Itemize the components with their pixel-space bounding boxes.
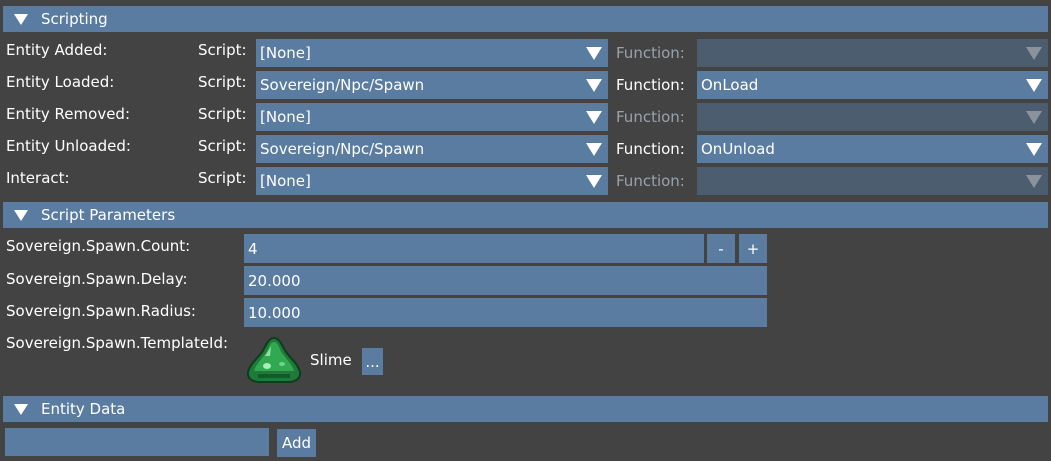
spawn-radius-value: 10.000 [248, 303, 301, 322]
entity-removed-function-select[interactable] [697, 103, 1048, 131]
script-label: Script: [198, 41, 247, 59]
dropdown-arrow-icon[interactable] [580, 135, 608, 163]
entity-removed-label: Entity Removed: [6, 105, 131, 123]
dropdown-arrow-icon[interactable] [1020, 135, 1048, 163]
entity-removed-script-value: [None] [260, 108, 311, 126]
interact-script-select[interactable]: [None] [256, 167, 608, 195]
interact-script-value: [None] [260, 172, 311, 190]
script-label: Script: [198, 105, 247, 123]
increment-button[interactable]: + [739, 234, 767, 263]
spawn-radius-label: Sovereign.Spawn.Radius: [6, 302, 196, 320]
function-label: Function: [616, 140, 685, 158]
spawn-delay-label: Sovereign.Spawn.Delay: [6, 270, 188, 288]
function-label: Function: [616, 108, 685, 126]
decrement-button[interactable]: - [707, 234, 735, 263]
entity-loaded-function-select[interactable]: OnLoad [697, 71, 1048, 99]
script-label: Script: [198, 73, 247, 91]
slime-icon [244, 334, 304, 386]
entity-loaded-function-value: OnLoad [701, 76, 759, 94]
entity-unloaded-script-select[interactable]: Sovereign/Npc/Spawn [256, 135, 608, 163]
entity-unloaded-label: Entity Unloaded: [6, 137, 131, 155]
function-label: Function: [616, 44, 685, 62]
dropdown-arrow-icon[interactable] [580, 103, 608, 131]
entity-unloaded-function-select[interactable]: OnUnload [697, 135, 1048, 163]
entity-added-script-select[interactable]: [None] [256, 39, 608, 67]
dropdown-arrow-icon[interactable] [1020, 167, 1048, 195]
scripting-title: Scripting [41, 10, 108, 28]
collapse-triangle-icon [14, 209, 28, 221]
interact-label: Interact: [6, 169, 70, 187]
dropdown-arrow-icon[interactable] [1020, 39, 1048, 67]
spawn-count-label: Sovereign.Spawn.Count: [6, 237, 191, 255]
dropdown-arrow-icon[interactable] [580, 71, 608, 99]
collapse-triangle-icon [14, 403, 28, 415]
entity-data-key-input[interactable] [5, 428, 269, 456]
scripting-header[interactable]: Scripting [3, 6, 1048, 32]
script-label: Script: [198, 137, 247, 155]
entity-unloaded-function-value: OnUnload [701, 140, 775, 158]
script-label: Script: [198, 169, 247, 187]
dropdown-arrow-icon[interactable] [1020, 71, 1048, 99]
entity-added-script-value: [None] [260, 44, 311, 62]
spawn-count-value: 4 [248, 239, 258, 258]
entity-added-label: Entity Added: [6, 41, 108, 59]
spawn-delay-value: 20.000 [248, 271, 301, 290]
entity-loaded-label: Entity Loaded: [6, 73, 115, 91]
spawn-radius-input[interactable]: 10.000 [244, 298, 767, 327]
interact-function-select[interactable] [697, 167, 1048, 195]
template-name: Slime [310, 351, 352, 369]
add-button[interactable]: Add [277, 429, 316, 457]
spawn-delay-input[interactable]: 20.000 [244, 266, 767, 295]
entity-removed-script-select[interactable]: [None] [256, 103, 608, 131]
entity-data-header[interactable]: Entity Data [3, 396, 1048, 422]
entity-loaded-script-select[interactable]: Sovereign/Npc/Spawn [256, 71, 608, 99]
browse-template-button[interactable]: ... [362, 348, 383, 375]
spawn-count-input[interactable]: 4 [244, 234, 704, 263]
dropdown-arrow-icon[interactable] [580, 167, 608, 195]
dropdown-arrow-icon[interactable] [1020, 103, 1048, 131]
script-parameters-header[interactable]: Script Parameters [3, 202, 1048, 228]
entity-data-title: Entity Data [41, 400, 126, 418]
script-parameters-title: Script Parameters [41, 206, 176, 224]
entity-unloaded-script-value: Sovereign/Npc/Spawn [260, 140, 425, 158]
function-label: Function: [616, 172, 685, 190]
collapse-triangle-icon [14, 13, 28, 25]
entity-loaded-script-value: Sovereign/Npc/Spawn [260, 76, 425, 94]
spawn-templateid-label: Sovereign.Spawn.TemplateId: [6, 334, 229, 352]
entity-added-function-select[interactable] [697, 39, 1048, 67]
function-label: Function: [616, 76, 685, 94]
dropdown-arrow-icon[interactable] [580, 39, 608, 67]
